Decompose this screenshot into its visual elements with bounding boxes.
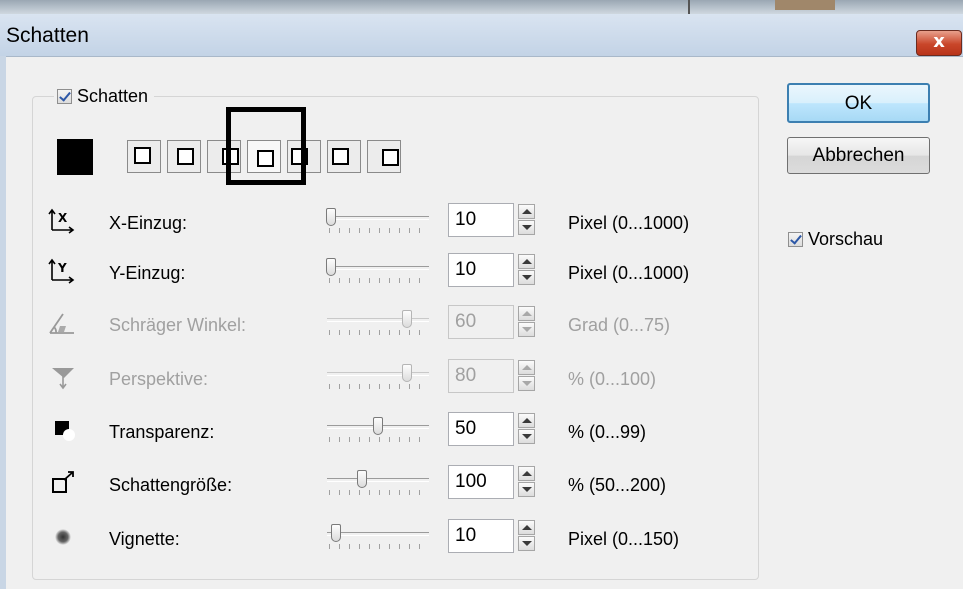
param-value-input[interactable] bbox=[448, 412, 514, 446]
spin-up-icon[interactable] bbox=[518, 204, 535, 219]
param-spinbox bbox=[448, 203, 536, 237]
spin-up-icon bbox=[518, 360, 535, 375]
param-label: X-Einzug: bbox=[109, 213, 188, 233]
param-label: Schattengröße: bbox=[109, 475, 233, 495]
spin-down-icon[interactable] bbox=[518, 536, 535, 551]
spin-down-icon bbox=[518, 322, 535, 337]
y-offset-icon: Y bbox=[48, 256, 78, 286]
param-slider[interactable] bbox=[323, 522, 433, 552]
shadow-style-left-persp-icon bbox=[382, 149, 399, 166]
param-spinbox bbox=[448, 253, 536, 287]
spin-up-icon[interactable] bbox=[518, 254, 535, 269]
checkbox-check-icon[interactable] bbox=[788, 232, 803, 247]
background-image-fragment bbox=[775, 0, 835, 10]
param-spinbox bbox=[448, 305, 536, 339]
angle-icon bbox=[48, 308, 78, 338]
preview-label: Vorschau bbox=[808, 229, 884, 249]
param-slider[interactable] bbox=[323, 468, 433, 498]
spin-up-icon bbox=[518, 306, 535, 321]
perspective-icon bbox=[48, 362, 78, 392]
shadow-style-right-persp-icon bbox=[332, 148, 349, 165]
title-bar: Schatten x bbox=[0, 14, 963, 57]
param-spinbox bbox=[448, 519, 536, 553]
close-button[interactable]: x bbox=[916, 30, 962, 56]
transparency-icon bbox=[48, 415, 78, 445]
param-label: Y-Einzug: bbox=[109, 263, 186, 283]
close-icon: x bbox=[933, 31, 945, 52]
param-slider bbox=[323, 362, 433, 392]
param-value-input bbox=[448, 359, 514, 393]
param-unit: Pixel (0...1000) bbox=[568, 213, 690, 233]
shadow-style-bottom-right-small-button[interactable] bbox=[167, 140, 201, 173]
shadow-checkbox-label: Schatten bbox=[77, 86, 149, 106]
shadow-style-right-persp-button[interactable] bbox=[327, 140, 361, 173]
slider-thumb bbox=[401, 364, 412, 382]
ok-button[interactable]: OK bbox=[787, 83, 930, 123]
checkbox-check-icon[interactable] bbox=[57, 89, 72, 104]
spin-down-icon[interactable] bbox=[518, 482, 535, 497]
background-strip bbox=[0, 0, 963, 14]
vignette-icon bbox=[48, 522, 78, 552]
spin-up-icon[interactable] bbox=[518, 520, 535, 535]
svg-text:Y: Y bbox=[57, 261, 67, 275]
param-label: Schräger Winkel: bbox=[109, 315, 247, 335]
shadow-style-left-persp-button[interactable] bbox=[367, 140, 401, 173]
slider-thumb[interactable] bbox=[373, 417, 384, 435]
preview-checkbox[interactable]: Vorschau bbox=[788, 229, 883, 250]
window-title: Schatten bbox=[6, 24, 89, 47]
param-spinbox bbox=[448, 359, 536, 393]
slider-thumb[interactable] bbox=[331, 524, 342, 542]
param-slider bbox=[323, 308, 433, 338]
param-unit: Pixel (0...1000) bbox=[568, 263, 690, 283]
spin-up-icon[interactable] bbox=[518, 466, 535, 481]
slider-thumb[interactable] bbox=[325, 208, 336, 226]
svg-text:X: X bbox=[58, 211, 68, 225]
param-value-input[interactable] bbox=[448, 465, 514, 499]
param-unit: Grad (0...75) bbox=[568, 315, 671, 335]
shadow-color-swatch[interactable] bbox=[57, 139, 93, 175]
param-value-input[interactable] bbox=[448, 253, 514, 287]
param-slider[interactable] bbox=[323, 256, 433, 286]
param-slider[interactable] bbox=[323, 415, 433, 445]
param-spinbox bbox=[448, 412, 536, 446]
param-label: Transparenz: bbox=[109, 422, 215, 442]
slider-thumb[interactable] bbox=[357, 470, 367, 488]
param-unit: % (50...200) bbox=[568, 475, 667, 495]
shadow-style-bottom-right-small-icon bbox=[177, 148, 194, 165]
slider-thumb bbox=[401, 310, 412, 328]
param-slider[interactable] bbox=[323, 206, 433, 236]
param-unit: % (0...99) bbox=[568, 422, 647, 442]
background-divider bbox=[688, 0, 690, 14]
param-value-input[interactable] bbox=[448, 203, 514, 237]
shadow-size-icon bbox=[48, 468, 78, 498]
shadow-style-bottom-right-icon bbox=[134, 147, 151, 164]
window-frame bbox=[0, 56, 6, 589]
param-value-input bbox=[448, 305, 514, 339]
spin-down-icon[interactable] bbox=[518, 270, 535, 285]
param-value-input[interactable] bbox=[448, 519, 514, 553]
param-label: Vignette: bbox=[109, 529, 180, 549]
shadow-style-bottom-right-button[interactable] bbox=[127, 140, 161, 173]
cancel-button[interactable]: Abbrechen bbox=[787, 137, 930, 174]
slider-thumb[interactable] bbox=[325, 258, 336, 276]
spin-down-icon[interactable] bbox=[518, 429, 535, 444]
shadow-enable-checkbox[interactable]: Schatten bbox=[54, 86, 155, 107]
param-unit: Pixel (0...150) bbox=[568, 529, 680, 549]
x-offset-icon: X bbox=[48, 206, 78, 236]
param-label: Perspektive: bbox=[109, 369, 209, 389]
selection-highlight-box bbox=[226, 107, 306, 185]
param-spinbox bbox=[448, 465, 536, 499]
param-unit: % (0...100) bbox=[568, 369, 657, 389]
spin-up-icon[interactable] bbox=[518, 413, 535, 428]
spin-down-icon[interactable] bbox=[518, 220, 535, 235]
spin-down-icon bbox=[518, 376, 535, 391]
